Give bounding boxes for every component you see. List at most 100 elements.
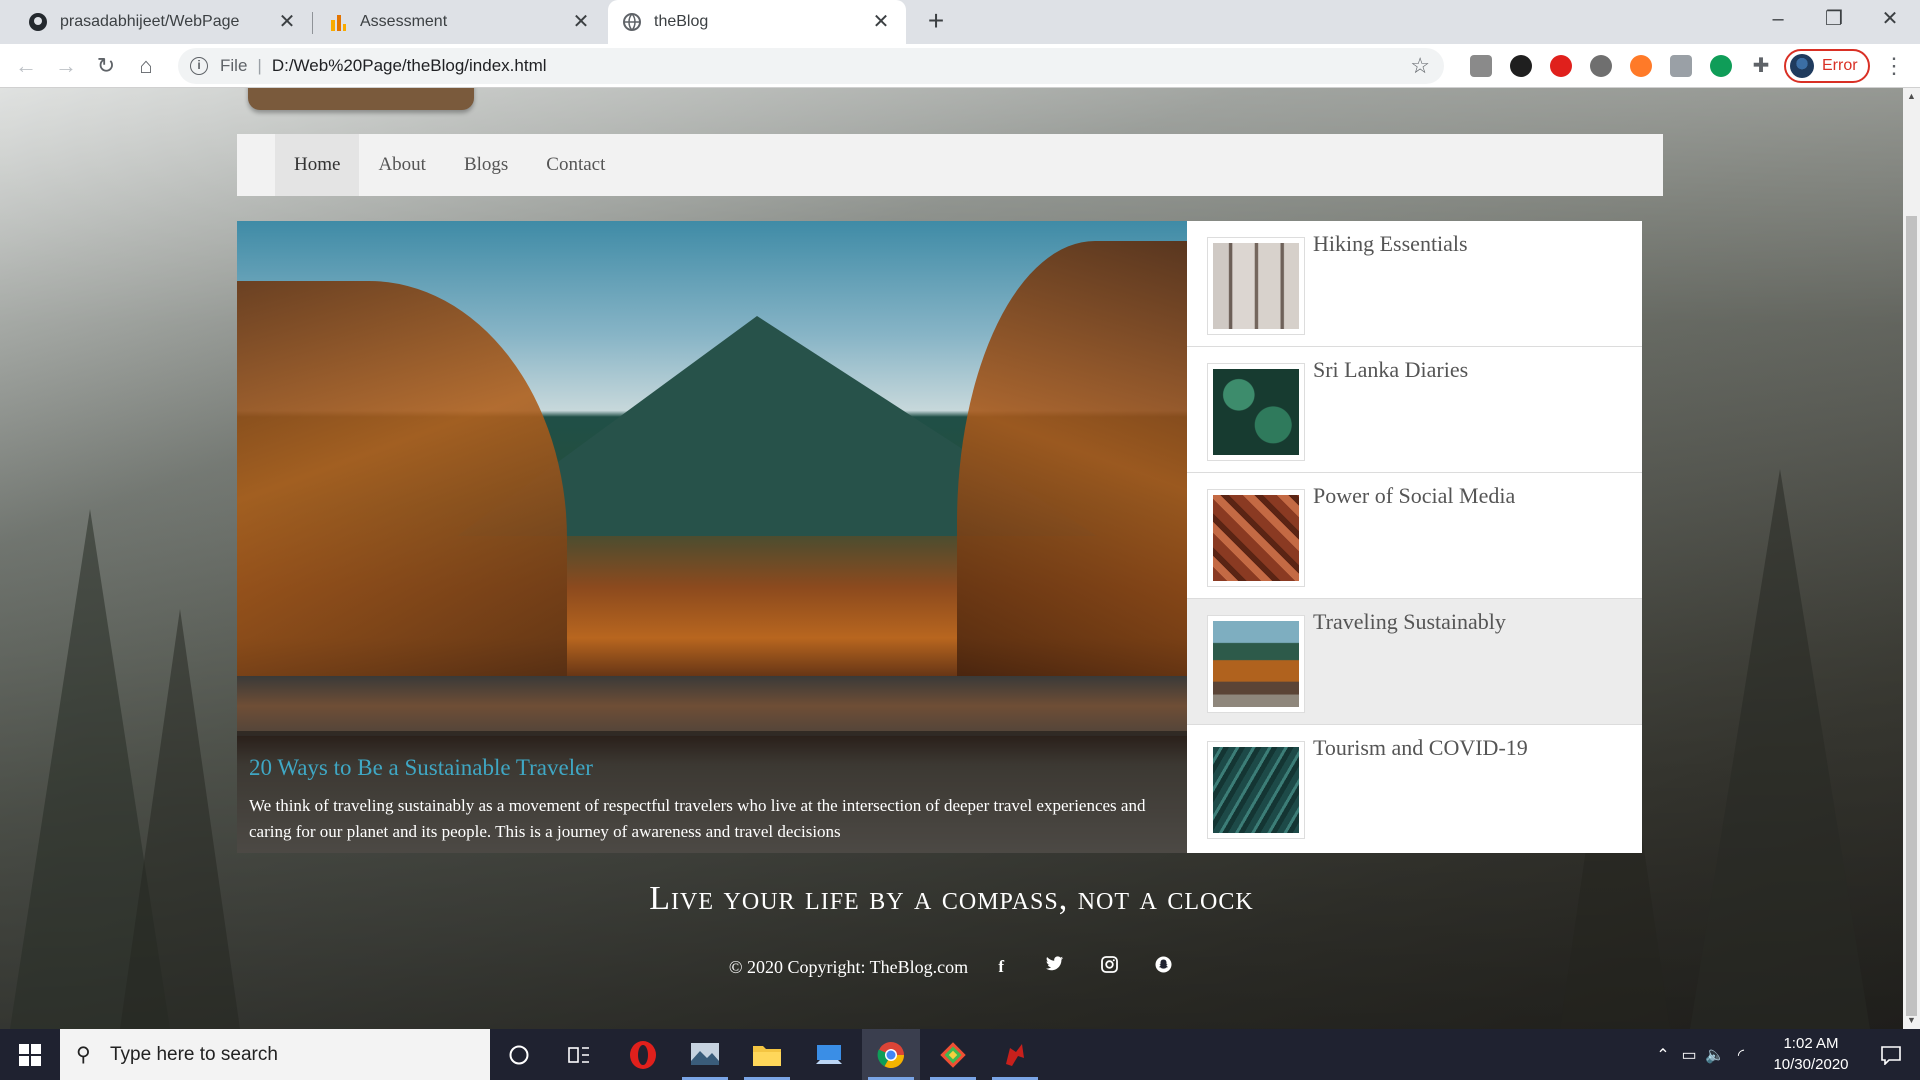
nav-about[interactable]: About — [359, 134, 445, 196]
facebook-icon[interactable]: f — [990, 956, 1012, 978]
puzzle-icon[interactable]: ✚ — [1750, 55, 1772, 77]
list-item[interactable]: Traveling Sustainably — [1187, 599, 1642, 725]
close-icon[interactable]: ✕ — [570, 11, 592, 33]
volume-icon[interactable]: 🔈 — [1702, 1045, 1728, 1065]
close-icon[interactable]: ✕ — [870, 11, 892, 33]
post-thumbnail — [1207, 363, 1305, 461]
list-item[interactable]: Hiking Essentials — [1187, 221, 1642, 347]
snapchat-icon[interactable] — [1152, 956, 1174, 978]
system-tray: ⌃ ▭ 🔈 ◜ — [1650, 1029, 1754, 1080]
close-icon[interactable]: ✕ — [276, 11, 298, 33]
opera-icon[interactable] — [614, 1029, 672, 1080]
list-item[interactable]: Power of Social Media — [1187, 473, 1642, 599]
pdf-extension-icon[interactable] — [1470, 55, 1492, 77]
tab-theblog[interactable]: theBlog ✕ — [608, 0, 906, 44]
new-tab-button[interactable]: + — [922, 7, 950, 36]
battery-icon[interactable]: ▭ — [1676, 1045, 1702, 1065]
clock-date: 10/30/2020 — [1773, 1056, 1849, 1073]
avatar — [1790, 54, 1814, 78]
background-tree — [1690, 469, 1870, 1029]
post-list: Hiking Essentials Sri Lanka Diaries Powe… — [1187, 221, 1642, 853]
chrome-icon[interactable] — [862, 1029, 920, 1080]
post-thumbnail — [1207, 489, 1305, 587]
task-view-icon[interactable] — [550, 1029, 608, 1080]
nav-home[interactable]: Home — [275, 134, 360, 196]
minimize-button[interactable]: – — [1750, 0, 1806, 40]
github-icon — [28, 12, 48, 32]
address-bar[interactable]: i File | D:/Web%20Page/theBlog/index.htm… — [178, 48, 1444, 84]
list-item[interactable]: Sri Lanka Diaries — [1187, 347, 1642, 473]
restore-button[interactable]: ❐ — [1806, 0, 1862, 40]
profile-status: Error — [1822, 57, 1858, 74]
grammarly-icon[interactable] — [1710, 55, 1732, 77]
featured-caption: 20 Ways to Be a Sustainable Traveler We … — [237, 731, 1187, 853]
tab-github[interactable]: prasadabhijeet/WebPage ✕ — [14, 0, 312, 44]
windows-taskbar: ⚲ Type here to search ⌃ ▭ 🔈 ◜ 1:02 AM 10… — [0, 1029, 1920, 1080]
close-window-button[interactable]: ✕ — [1862, 0, 1918, 40]
tab-assessment[interactable]: Assessment ✕ — [314, 0, 606, 44]
tab-title: theBlog — [654, 13, 709, 30]
page-viewport: Home About Blogs Contact 20 Ways to Be a… — [0, 88, 1903, 1029]
post-title[interactable]: Traveling Sustainably — [1313, 609, 1506, 635]
browser-toolbar: ← → ↻ ⌂ i File | D:/Web%20Page/theBlog/i… — [0, 44, 1920, 88]
search-placeholder: Type here to search — [110, 1043, 278, 1065]
opera-extension-icon[interactable] — [1550, 55, 1572, 77]
remote-desktop-icon[interactable] — [800, 1029, 858, 1080]
address-url: D:/Web%20Page/theBlog/index.html — [271, 56, 547, 75]
site-logo[interactable] — [248, 88, 474, 110]
tab-strip: prasadabhijeet/WebPage ✕ Assessment ✕ th… — [0, 0, 1920, 44]
notification-icon[interactable] — [1862, 1029, 1920, 1080]
post-thumbnail — [1207, 741, 1305, 839]
featured-excerpt: We think of traveling sustainably as a m… — [249, 796, 1146, 841]
start-button[interactable] — [0, 1029, 60, 1080]
scrollbar-thumb[interactable] — [1906, 216, 1917, 1016]
site-navbar: Home About Blogs Contact — [237, 134, 1663, 196]
taskbar-clock[interactable]: 1:02 AM 10/30/2020 — [1766, 1033, 1856, 1075]
chevron-up-icon[interactable]: ⌃ — [1650, 1045, 1676, 1065]
post-title[interactable]: Tourism and COVID-19 — [1313, 735, 1528, 761]
extension-icon[interactable] — [1510, 55, 1532, 77]
git-icon[interactable] — [924, 1029, 982, 1080]
scroll-down-icon[interactable]: ▼ — [1903, 1012, 1920, 1029]
info-icon[interactable]: i — [190, 57, 208, 75]
extension-icon[interactable] — [1590, 55, 1612, 77]
page-scrollbar[interactable]: ▲ ▼ — [1903, 88, 1920, 1029]
list-item[interactable]: Tourism and COVID-19 — [1187, 725, 1642, 851]
search-icon: ⚲ — [76, 1043, 91, 1066]
post-title[interactable]: Sri Lanka Diaries — [1313, 357, 1468, 383]
reload-button[interactable]: ↻ — [92, 52, 120, 80]
nav-blogs[interactable]: Blogs — [445, 134, 527, 196]
windows-icon — [19, 1043, 41, 1066]
address-divider: | — [257, 56, 262, 75]
wifi-icon[interactable]: ◜ — [1728, 1045, 1754, 1065]
cortana-icon[interactable] — [490, 1029, 548, 1080]
home-button[interactable]: ⌂ — [132, 52, 160, 80]
scroll-up-icon[interactable]: ▲ — [1903, 88, 1920, 105]
hero-image-trees — [957, 241, 1187, 711]
site-footer: © 2020 Copyright: TheBlog.com f — [0, 956, 1903, 978]
tab-divider — [312, 12, 313, 34]
analytics-icon — [328, 12, 348, 32]
clock-time: 1:02 AM — [1783, 1035, 1839, 1052]
post-title[interactable]: Hiking Essentials — [1313, 231, 1468, 257]
forward-button[interactable]: → — [52, 52, 80, 80]
featured-title[interactable]: 20 Ways to Be a Sustainable Traveler — [249, 755, 1175, 781]
tab-title: prasadabhijeet/WebPage — [60, 13, 240, 30]
bookmark-star-icon[interactable]: ☆ — [1410, 53, 1430, 79]
menu-icon[interactable]: ⋮ — [1880, 52, 1908, 80]
nav-contact[interactable]: Contact — [527, 134, 624, 196]
flash-icon[interactable] — [986, 1029, 1044, 1080]
twitter-icon[interactable] — [1044, 956, 1066, 978]
file-explorer-icon[interactable] — [738, 1029, 796, 1080]
photos-app-icon[interactable] — [676, 1029, 734, 1080]
post-thumbnail — [1207, 237, 1305, 335]
featured-post[interactable]: 20 Ways to Be a Sustainable Traveler We … — [237, 221, 1187, 853]
back-button[interactable]: ← — [12, 52, 40, 80]
post-title[interactable]: Power of Social Media — [1313, 483, 1515, 509]
extension-icon[interactable] — [1670, 55, 1692, 77]
profile-button[interactable]: Error — [1784, 49, 1870, 83]
taskbar-search-box[interactable]: ⚲ Type here to search — [60, 1029, 490, 1080]
globe-icon — [622, 12, 642, 32]
extension-icon[interactable] — [1630, 55, 1652, 77]
instagram-icon[interactable] — [1098, 956, 1120, 978]
